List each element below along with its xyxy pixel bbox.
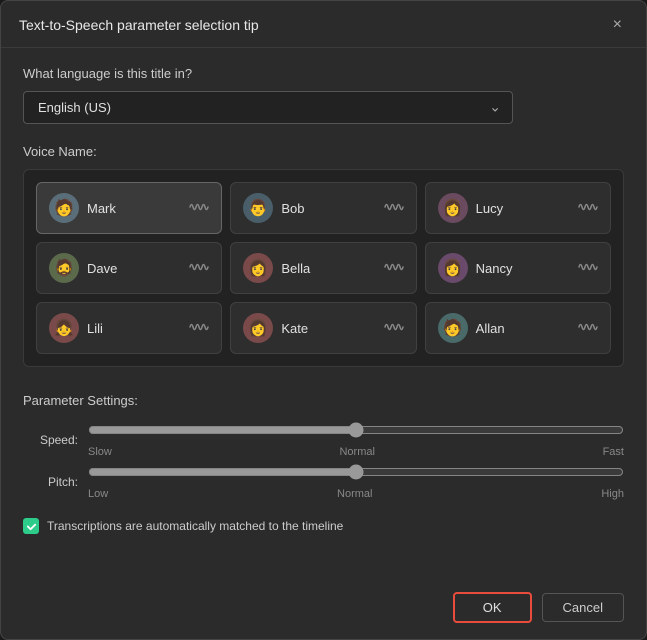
voice-avatar-nancy: 👩	[438, 253, 468, 283]
checkbox-row: Transcriptions are automatically matched…	[23, 518, 624, 534]
voice-left-mark: 🧑 Mark	[49, 193, 116, 223]
speed-markers: Slow Normal Fast	[88, 446, 624, 458]
dialog-footer: OK Cancel	[1, 580, 646, 639]
voice-left-kate: 👩 Kate	[243, 313, 308, 343]
voice-card-allan[interactable]: 🧑 Allan	[425, 302, 611, 354]
wave-icon-lucy	[578, 200, 598, 217]
voice-card-nancy[interactable]: 👩 Nancy	[425, 242, 611, 294]
pitch-slider-container: Low Normal High	[88, 464, 624, 500]
voice-name-bob: Bob	[281, 201, 304, 216]
voice-name-bella: Bella	[281, 261, 310, 276]
voice-name-nancy: Nancy	[476, 261, 513, 276]
voice-name-kate: Kate	[281, 321, 308, 336]
params-section: Parameter Settings: Speed: Slow Normal F…	[23, 393, 624, 538]
voice-card-mark[interactable]: 🧑 Mark	[36, 182, 222, 234]
wave-icon-kate	[384, 320, 404, 337]
voice-left-bob: 👨 Bob	[243, 193, 304, 223]
pitch-markers: Low Normal High	[88, 488, 624, 500]
wave-icon-nancy	[578, 260, 598, 277]
pitch-label: Pitch:	[23, 475, 78, 489]
voice-avatar-bella: 👩	[243, 253, 273, 283]
dialog-title: Text-to-Speech parameter selection tip	[19, 17, 259, 33]
voice-avatar-dave: 🧔	[49, 253, 79, 283]
voice-card-bella[interactable]: 👩 Bella	[230, 242, 416, 294]
voice-left-allan: 🧑 Allan	[438, 313, 505, 343]
checkbox-label: Transcriptions are automatically matched…	[47, 519, 343, 533]
speed-max-label: Fast	[603, 446, 624, 458]
language-select-wrap: English (US) English (UK) Spanish French…	[23, 91, 513, 124]
voice-name-lucy: Lucy	[476, 201, 503, 216]
voice-section-label: Voice Name:	[23, 144, 624, 159]
voice-name-lili: Lili	[87, 321, 103, 336]
speed-mid-label: Normal	[339, 446, 374, 458]
voice-name-dave: Dave	[87, 261, 117, 276]
pitch-min-label: Low	[88, 488, 108, 500]
language-section: What language is this title in? English …	[23, 66, 624, 124]
wave-icon-allan	[578, 320, 598, 337]
voice-avatar-mark: 🧑	[49, 193, 79, 223]
voice-card-kate[interactable]: 👩 Kate	[230, 302, 416, 354]
voice-card-lucy[interactable]: 👩 Lucy	[425, 182, 611, 234]
voice-avatar-allan: 🧑	[438, 313, 468, 343]
close-button[interactable]: ×	[607, 15, 628, 35]
params-label: Parameter Settings:	[23, 393, 624, 408]
wave-icon-lili	[189, 320, 209, 337]
voice-avatar-lucy: 👩	[438, 193, 468, 223]
voice-card-lili[interactable]: 👧 Lili	[36, 302, 222, 354]
voice-name-mark: Mark	[87, 201, 116, 216]
dialog-body: What language is this title in? English …	[1, 48, 646, 580]
wave-icon-bob	[384, 200, 404, 217]
voice-section: Voice Name: 🧑 Mark 👨 Bob	[23, 144, 624, 367]
wave-icon-dave	[189, 260, 209, 277]
language-select[interactable]: English (US) English (UK) Spanish French…	[23, 91, 513, 124]
wave-icon-mark	[189, 200, 209, 217]
voice-grid: 🧑 Mark 👨 Bob 👩 Lucy	[23, 169, 624, 367]
voice-left-lucy: 👩 Lucy	[438, 193, 503, 223]
speed-label: Speed:	[23, 433, 78, 447]
speed-slider-container: Slow Normal Fast	[88, 422, 624, 458]
wave-icon-bella	[384, 260, 404, 277]
cancel-button[interactable]: Cancel	[542, 593, 624, 622]
language-label: What language is this title in?	[23, 66, 624, 81]
speed-row: Speed: Slow Normal Fast	[23, 422, 624, 458]
tts-dialog: Text-to-Speech parameter selection tip ×…	[0, 0, 647, 640]
dialog-header: Text-to-Speech parameter selection tip ×	[1, 1, 646, 48]
voice-left-dave: 🧔 Dave	[49, 253, 117, 283]
voice-avatar-lili: 👧	[49, 313, 79, 343]
transcription-checkbox[interactable]	[23, 518, 39, 534]
speed-slider[interactable]	[88, 422, 624, 438]
pitch-row: Pitch: Low Normal High	[23, 464, 624, 500]
voice-name-allan: Allan	[476, 321, 505, 336]
voice-left-nancy: 👩 Nancy	[438, 253, 513, 283]
voice-avatar-kate: 👩	[243, 313, 273, 343]
checkmark-icon	[26, 521, 37, 532]
voice-card-bob[interactable]: 👨 Bob	[230, 182, 416, 234]
ok-button[interactable]: OK	[453, 592, 532, 623]
pitch-slider[interactable]	[88, 464, 624, 480]
voice-left-bella: 👩 Bella	[243, 253, 310, 283]
voice-left-lili: 👧 Lili	[49, 313, 103, 343]
speed-min-label: Slow	[88, 446, 112, 458]
voice-card-dave[interactable]: 🧔 Dave	[36, 242, 222, 294]
pitch-mid-label: Normal	[337, 488, 372, 500]
pitch-max-label: High	[601, 488, 624, 500]
voice-avatar-bob: 👨	[243, 193, 273, 223]
